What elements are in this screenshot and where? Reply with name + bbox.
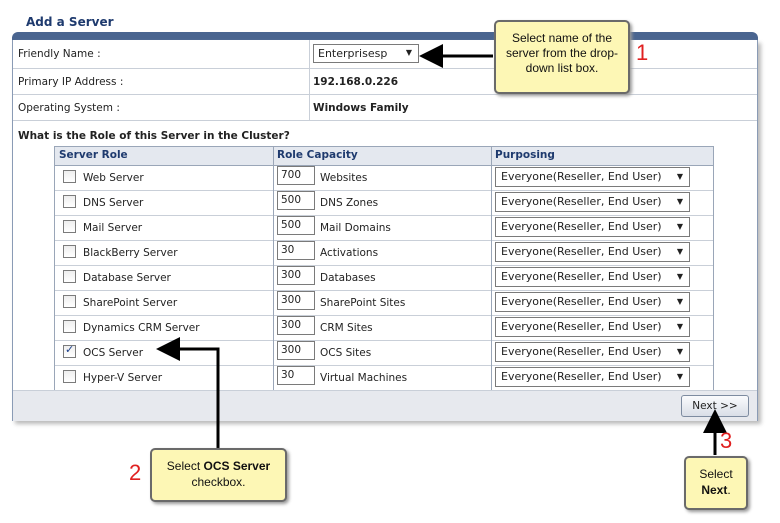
callout-2-text: Select OCS Server checkbox. <box>152 450 285 490</box>
callout-3-bold: Next <box>701 483 728 497</box>
callout-3-pre: Select <box>699 467 733 481</box>
callout-step-2: Select OCS Server checkbox. <box>150 448 287 502</box>
callout-step-3: Select Next. <box>684 456 748 510</box>
callout-1-text: Select name of the server from the drop-… <box>505 31 619 75</box>
callout-3-text: Select Next. <box>686 458 746 498</box>
arrow-to-ocs-checkbox <box>156 337 220 448</box>
callout-step-1: Select name of the server from the drop-… <box>494 20 630 94</box>
callout-3-post: . <box>727 483 731 497</box>
step-number-3: 3 <box>720 428 733 453</box>
callout-2-bold: OCS Server <box>203 459 271 473</box>
annotation-arrows <box>156 44 727 455</box>
step-number-1: 1 <box>636 40 649 65</box>
callout-2-pre: Select <box>166 459 204 473</box>
step-number-2: 2 <box>129 460 142 485</box>
callout-2-post: checkbox. <box>191 475 246 489</box>
